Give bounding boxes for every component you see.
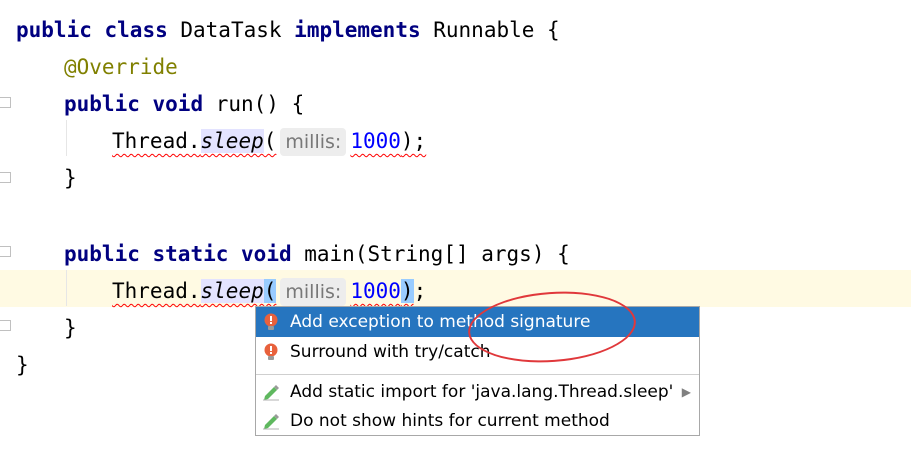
action-do-not-show-hints[interactable]: Do not show hints for current method <box>256 406 699 436</box>
code-line-override: @Override <box>64 55 178 79</box>
editor-gutter[interactable] <box>0 0 12 455</box>
fold-marker[interactable] <box>0 320 11 331</box>
parameter-hint: millis: <box>280 278 347 306</box>
menu-separator <box>256 374 699 375</box>
code-line-sleep-call-current: Thread.sleep(millis: 1000); <box>112 273 426 309</box>
parameter-hint: millis: <box>280 128 347 156</box>
bulb-error-icon <box>264 313 278 330</box>
code-line-sleep-call: Thread.sleep(millis: 1000); <box>112 123 426 159</box>
fold-marker[interactable] <box>0 172 11 183</box>
action-add-static-import[interactable]: Add static import for 'java.lang.Thread.… <box>256 377 699 407</box>
pencil-icon <box>263 414 279 430</box>
fold-marker[interactable] <box>0 97 11 108</box>
pencil-icon <box>263 385 279 401</box>
indent-guide <box>66 270 67 306</box>
code-line-run-signature: public void run() { <box>64 92 305 116</box>
code-line-class-close-brace: } <box>16 353 29 377</box>
code-line-close-brace: } <box>64 316 77 340</box>
code-line-class-declaration: public class DataTask implements Runnabl… <box>16 18 560 42</box>
submenu-arrow-icon: ▶ <box>681 385 691 399</box>
code-line-close-brace: } <box>64 166 77 190</box>
indent-guide <box>66 120 67 156</box>
fold-marker[interactable] <box>0 246 11 257</box>
bulb-error-icon <box>264 343 278 360</box>
code-line-main-signature: public static void main(String[] args) { <box>64 242 570 266</box>
